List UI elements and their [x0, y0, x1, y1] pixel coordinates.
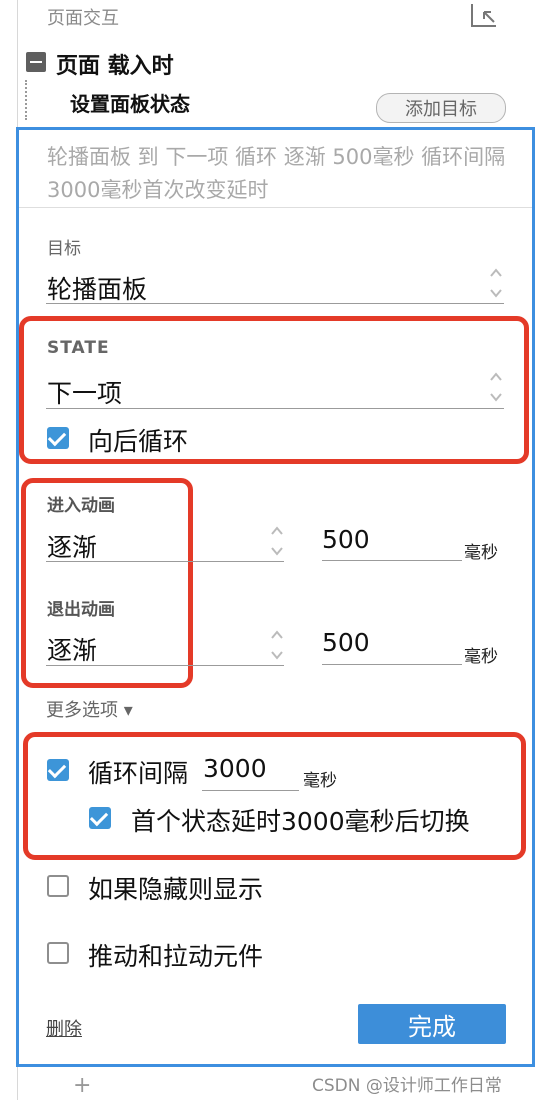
push-pull-checkbox[interactable]	[47, 942, 69, 964]
highlight-loop-options	[23, 732, 526, 860]
first-delay-checkbox[interactable]	[89, 807, 111, 829]
show-if-hidden-label: 如果隐藏则显示	[88, 875, 264, 904]
more-options-toggle[interactable]: 更多选项 ▾	[46, 696, 133, 722]
state-underline	[46, 408, 504, 409]
exit-animation-label: 退出动画	[47, 600, 115, 620]
enter-animation-underline	[46, 561, 284, 562]
push-pull-label: 推动和拉动元件	[88, 942, 264, 971]
action-summary: 轮播面板 到 下一项 循环 逐渐 500毫秒 循环间隔3000毫秒首次改变延时	[47, 145, 506, 202]
show-if-hidden-checkbox[interactable]	[47, 875, 69, 897]
divider	[19, 207, 532, 208]
exit-duration-underline	[322, 664, 462, 665]
target-underline	[46, 303, 504, 304]
loop-interval-unit: 毫秒	[303, 771, 337, 791]
add-icon[interactable]: +	[73, 1073, 91, 1098]
select-chevron-icon[interactable]	[489, 370, 503, 404]
loop-checkbox[interactable]	[47, 759, 69, 781]
add-target-button[interactable]: 添加目标	[376, 93, 506, 123]
exit-duration-input[interactable]: 500	[322, 628, 370, 657]
enter-duration-underline	[322, 560, 462, 561]
select-chevron-icon[interactable]	[270, 524, 284, 558]
enter-duration-unit: 毫秒	[464, 543, 498, 563]
loop-label: 循环间隔	[88, 759, 189, 788]
loop-interval-input[interactable]: 3000	[203, 754, 267, 783]
wrap-label: 向后循环	[88, 427, 189, 456]
exit-animation-select[interactable]: 逐渐	[47, 631, 97, 667]
event-title: 页面 载入时	[56, 54, 174, 79]
tree-connector	[25, 80, 27, 120]
enter-duration-input[interactable]: 500	[322, 525, 370, 554]
enter-animation-select[interactable]: 逐渐	[47, 528, 97, 564]
collapse-event-icon[interactable]	[26, 52, 46, 72]
state-select[interactable]: 下一项	[47, 374, 122, 410]
section-title: 页面交互	[47, 8, 119, 29]
target-label: 目标	[47, 239, 81, 259]
enter-animation-label: 进入动画	[47, 496, 115, 516]
first-delay-label: 首个状态延时3000毫秒后切换	[131, 807, 470, 836]
loop-interval-underline	[202, 790, 299, 791]
watermark: CSDN @设计师工作日常	[312, 1076, 502, 1096]
done-button[interactable]: 完成	[358, 1004, 506, 1044]
collapse-corner-icon[interactable]	[470, 2, 498, 28]
wrap-checkbox[interactable]	[47, 427, 69, 449]
select-chevron-icon[interactable]	[270, 628, 284, 662]
action-title: 设置面板状态	[70, 92, 190, 116]
target-select[interactable]: 轮播面板	[47, 270, 147, 306]
exit-animation-underline	[46, 665, 284, 666]
delete-link[interactable]: 删除	[46, 1015, 82, 1041]
state-label: STATE	[47, 338, 110, 358]
exit-duration-unit: 毫秒	[464, 647, 498, 667]
select-chevron-icon[interactable]	[489, 266, 503, 300]
